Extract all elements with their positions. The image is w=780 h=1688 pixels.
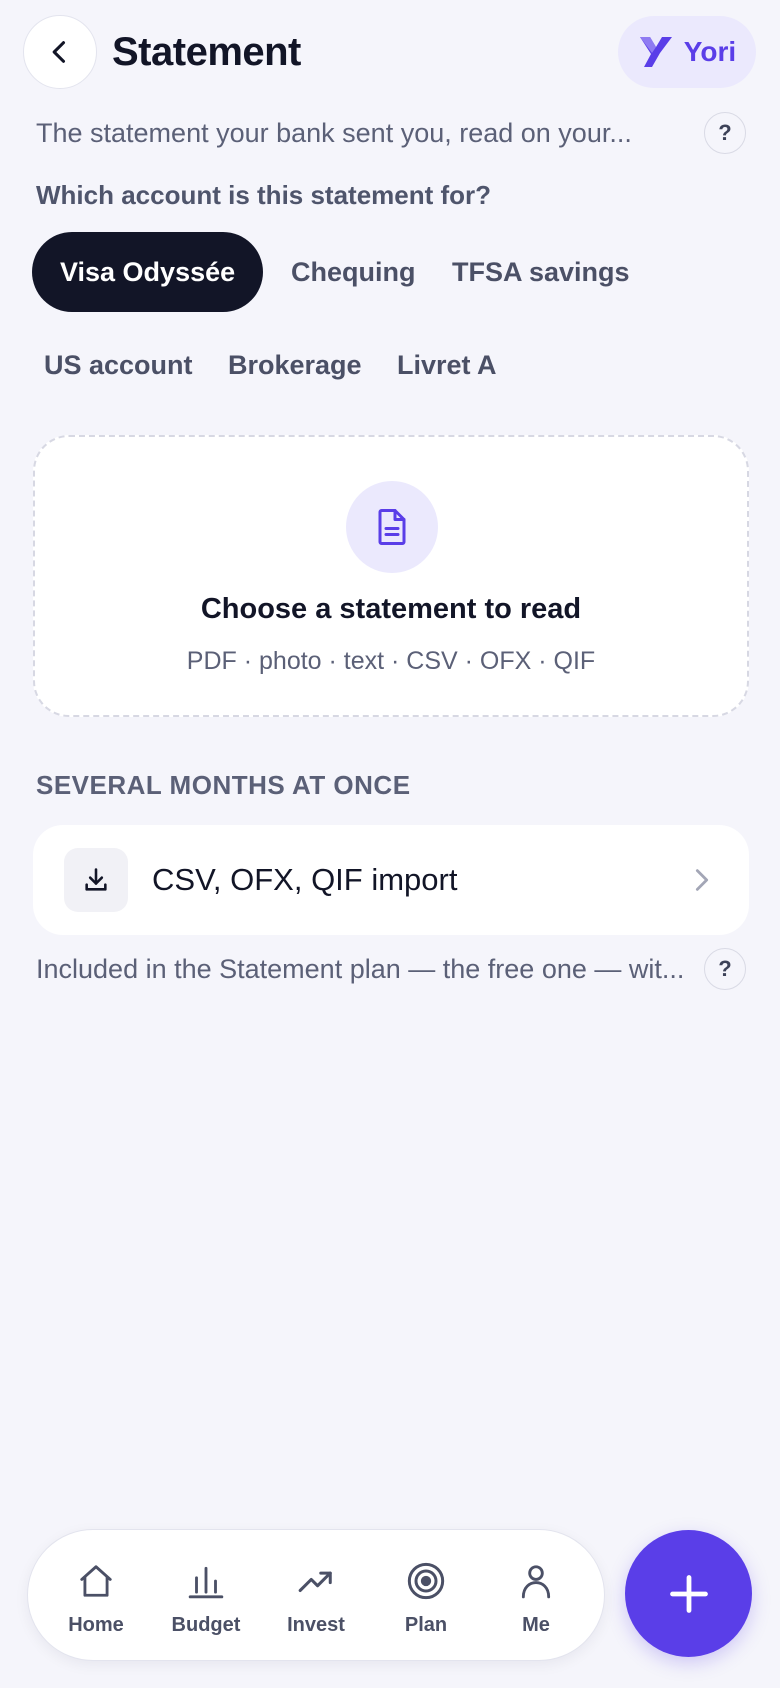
upload-dropzone[interactable]: Choose a statement to read PDF · photo ·… <box>33 435 749 717</box>
person-icon <box>517 1560 555 1602</box>
import-label: CSV, OFX, QIF import <box>152 862 458 897</box>
bar-chart-icon <box>187 1560 225 1602</box>
home-icon <box>77 1560 115 1602</box>
add-button[interactable] <box>625 1530 752 1657</box>
nav-item-me[interactable]: Me <box>486 1560 586 1637</box>
upload-formats: PDF · photo · text · CSV · OFX · QIF <box>186 647 596 675</box>
chevron-left-icon <box>52 41 66 63</box>
brand-name: Yori <box>683 36 737 67</box>
bottom-nav: Home Budget Invest Plan Me <box>27 1529 605 1661</box>
intro-row: The statement your bank sent you, read o… <box>36 111 746 155</box>
nav-label-budget: Budget <box>171 1614 241 1636</box>
plan-help-button[interactable]: ? <box>704 948 746 990</box>
upload-title: Choose a statement to read <box>200 593 582 625</box>
document-icon-circle <box>346 481 438 573</box>
download-icon <box>85 868 107 891</box>
account-chip-livret-a[interactable]: Livret A <box>369 325 525 405</box>
chevron-right-icon <box>695 869 709 891</box>
intro-help-button[interactable]: ? <box>704 112 746 154</box>
nav-item-home[interactable]: Home <box>46 1560 146 1637</box>
account-chip-brokerage[interactable]: Brokerage <box>200 325 390 405</box>
account-question: Which account is this statement for? <box>36 180 492 210</box>
nav-item-budget[interactable]: Budget <box>156 1560 256 1637</box>
download-icon-box <box>64 848 128 912</box>
nav-item-plan[interactable]: Plan <box>376 1560 476 1637</box>
nav-label-me: Me <box>522 1614 550 1636</box>
target-icon <box>406 1560 446 1602</box>
plan-note-row: Included in the Statement plan — the fre… <box>36 947 746 991</box>
account-chip-us-account[interactable]: US account <box>16 325 221 405</box>
account-chip-chequing[interactable]: Chequing <box>263 232 443 312</box>
nav-label-plan: Plan <box>404 1614 448 1636</box>
plan-note-text: Included in the Statement plan — the fre… <box>36 953 685 984</box>
intro-text: The statement your bank sent you, read o… <box>36 117 632 148</box>
nav-label-home: Home <box>68 1614 124 1636</box>
account-chip-visa-odyssee[interactable]: Visa Odyssée <box>32 232 264 312</box>
nav-label-invest: Invest <box>287 1614 345 1636</box>
trend-up-icon <box>297 1560 335 1602</box>
nav-item-invest[interactable]: Invest <box>266 1560 366 1637</box>
csv-ofx-qif-import-row[interactable]: CSV, OFX, QIF import <box>33 825 749 935</box>
section-label-several-months: SEVERAL MONTHS AT ONCE <box>36 770 411 800</box>
document-icon <box>378 509 406 545</box>
back-button[interactable] <box>23 15 97 89</box>
account-chip-tfsa-savings[interactable]: TFSA savings <box>424 232 658 312</box>
brand-pill[interactable]: Yori <box>618 16 756 88</box>
page-title: Statement <box>112 30 301 74</box>
brand-logo-icon <box>639 37 672 67</box>
plus-icon <box>669 1574 708 1613</box>
